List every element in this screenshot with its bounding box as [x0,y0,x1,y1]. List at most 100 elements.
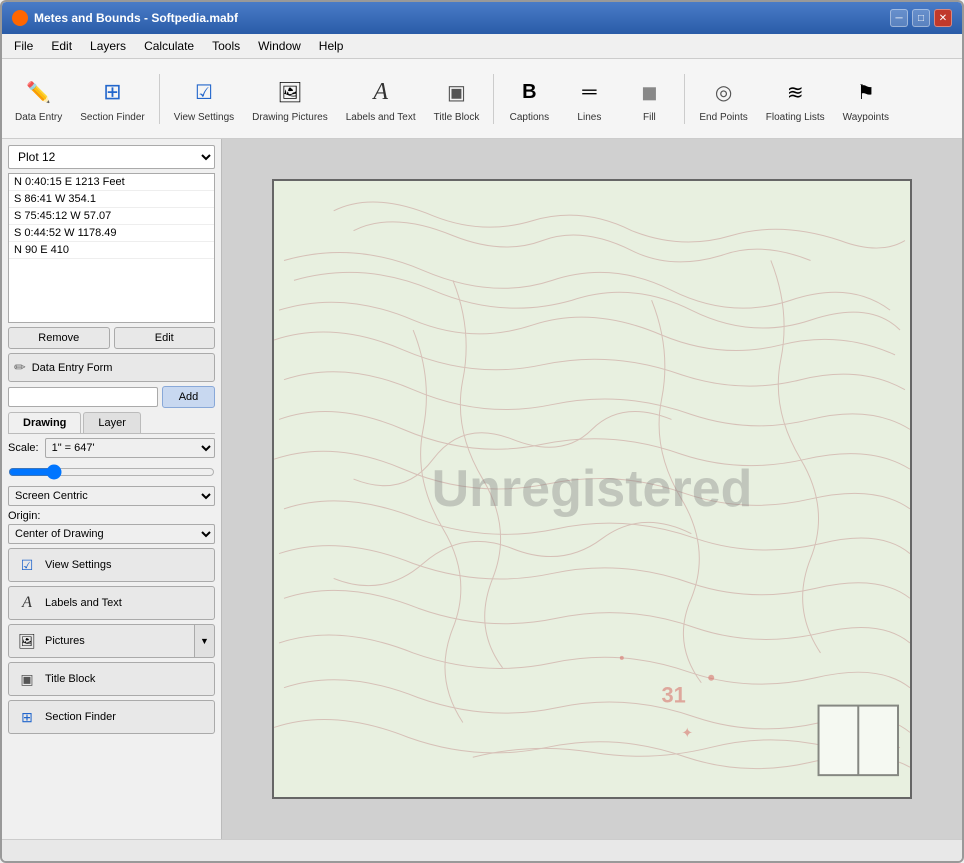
checkbox-icon [17,555,37,575]
origin-section: Origin: Center of Drawing Top Left Botto… [8,510,215,544]
toolbar-section-finder[interactable]: ⊞ Section Finder [73,69,151,128]
menu-edit[interactable]: Edit [43,36,80,56]
end-points-icon: ◎ [706,74,742,110]
form-icon [14,359,26,376]
data-list[interactable]: N 0:40:15 E 1213 Feet S 86:41 W 354.1 S … [8,173,215,323]
tab-bar: Drawing Layer [8,412,215,434]
title-block-sidebar-btn[interactable]: ▣ Title Block [8,662,215,696]
data-entry-form-button[interactable]: Data Entry Form [8,353,215,382]
list-item[interactable]: S 86:41 W 354.1 [9,191,214,208]
maximize-button[interactable]: □ [912,9,930,27]
menu-layers[interactable]: Layers [82,36,134,56]
scale-select[interactable]: 1" = 647' 1" = 100' 1" = 200' 1" = 1000' [45,438,215,458]
end-points-label: End Points [699,112,747,123]
pic-icon: 🖼 [17,631,37,651]
status-bar [2,839,962,861]
add-row: Add [8,386,215,408]
list-item[interactable]: N 0:40:15 E 1213 Feet [9,174,214,191]
toolbar-waypoints[interactable]: ⚑ Waypoints [836,69,896,128]
origin-label: Origin: [8,510,215,522]
plot-select[interactable]: Plot 12 Plot 1 Plot 2 [8,145,215,169]
edit-button[interactable]: Edit [114,327,216,349]
drawing-pictures-icon: 🖼 [272,74,308,110]
canvas-area: 31 ✦ Unregistered [222,139,962,839]
title-block-small-icon: ▣ [17,669,37,689]
toolbar-data-entry[interactable]: ✏️ Data Entry [8,69,69,128]
section-finder-small-icon: ⊞ [17,707,37,727]
sidebar: Plot 12 Plot 1 Plot 2 N 0:40:15 E 1213 F… [2,139,222,839]
add-button[interactable]: Add [162,386,215,408]
menu-calculate[interactable]: Calculate [136,36,202,56]
toolbar-end-points[interactable]: ◎ End Points [692,69,754,128]
list-item[interactable]: N 90 E 410 [9,242,214,259]
list-item[interactable]: S 0:44:52 W 1178.49 [9,225,214,242]
view-settings-sidebar-label: View Settings [45,559,111,571]
remove-button[interactable]: Remove [8,327,110,349]
main-window: Metes and Bounds - Softpedia.mabf ─ □ ✕ … [0,0,964,863]
title-block-label: Title Block [434,112,480,123]
divider-3 [684,74,685,124]
menu-tools[interactable]: Tools [204,36,248,56]
toolbar-drawing-pictures[interactable]: 🖼 Drawing Pictures [245,69,335,128]
fill-label: Fill [643,112,656,123]
section-finder-sidebar-btn[interactable]: ⊞ Section Finder [8,700,215,734]
toolbar-view-settings[interactable]: ☑ View Settings [167,69,241,128]
title-bar-left: Metes and Bounds - Softpedia.mabf [12,10,238,26]
svg-text:✦: ✦ [681,724,693,740]
waypoints-icon: ⚑ [848,74,884,110]
waypoints-label: Waypoints [843,112,889,123]
title-block-icon: ▣ [438,74,474,110]
lines-icon: ═ [571,74,607,110]
toolbar-floating-lists[interactable]: ≋ Floating Lists [759,69,832,128]
menu-help[interactable]: Help [311,36,352,56]
add-input[interactable] [8,387,158,407]
position-select[interactable]: Screen Centric Fixed [8,486,215,506]
scale-slider[interactable] [8,464,215,480]
view-settings-icon: ☑ [186,74,222,110]
pictures-dropdown-btn[interactable]: ▼ [195,624,215,658]
section-finder-sidebar-label: Section Finder [45,711,116,723]
topo-map: 31 ✦ [274,181,910,797]
fill-icon: ◼ [631,74,667,110]
tab-drawing[interactable]: Drawing [8,412,81,433]
floating-lists-icon: ≋ [777,74,813,110]
menu-bar: File Edit Layers Calculate Tools Window … [2,34,962,59]
toolbar-fill[interactable]: ◼ Fill [621,69,677,128]
labels-text-sidebar-label: Labels and Text [45,597,122,609]
labels-text-icon: A [363,74,399,110]
list-item[interactable]: S 75:45:12 W 57.07 [9,208,214,225]
labels-text-sidebar-btn[interactable]: Labels and Text [8,586,215,620]
svg-text:31: 31 [662,683,686,708]
minimize-button[interactable]: ─ [890,9,908,27]
map-container[interactable]: 31 ✦ Unregistered [272,179,912,799]
toolbar: ✏️ Data Entry ⊞ Section Finder ☑ View Se… [2,59,962,139]
tab-layer[interactable]: Layer [83,412,141,433]
toolbar-labels-text[interactable]: A Labels and Text [339,69,423,128]
pictures-row: 🖼 Pictures ▼ [8,624,215,658]
view-settings-sidebar-btn[interactable]: View Settings [8,548,215,582]
title-bar: Metes and Bounds - Softpedia.mabf ─ □ ✕ [2,2,962,34]
labels-text-label: Labels and Text [346,112,416,123]
floating-lists-label: Floating Lists [766,112,825,123]
divider-1 [159,74,160,124]
close-button[interactable]: ✕ [934,9,952,27]
data-entry-label: Data Entry [15,112,62,123]
toolbar-lines[interactable]: ═ Lines [561,69,617,128]
menu-window[interactable]: Window [250,36,309,56]
main-content: Plot 12 Plot 1 Plot 2 N 0:40:15 E 1213 F… [2,139,962,839]
lines-label: Lines [577,112,601,123]
pictures-label: Pictures [45,635,85,647]
origin-select[interactable]: Center of Drawing Top Left Bottom Left [8,524,215,544]
scale-label: Scale: [8,442,39,454]
title-bar-controls: ─ □ ✕ [890,9,952,27]
data-entry-form-label: Data Entry Form [32,362,113,374]
menu-file[interactable]: File [6,36,41,56]
remove-edit-row: Remove Edit [8,327,215,349]
drawing-pictures-label: Drawing Pictures [252,112,328,123]
app-icon [12,10,28,26]
title-block-sidebar-label: Title Block [45,673,95,685]
toolbar-captions[interactable]: B Captions [501,69,557,128]
pictures-main-btn[interactable]: 🖼 Pictures [8,624,195,658]
pencil-icon: ✏️ [21,74,57,110]
toolbar-title-block[interactable]: ▣ Title Block [427,69,487,128]
